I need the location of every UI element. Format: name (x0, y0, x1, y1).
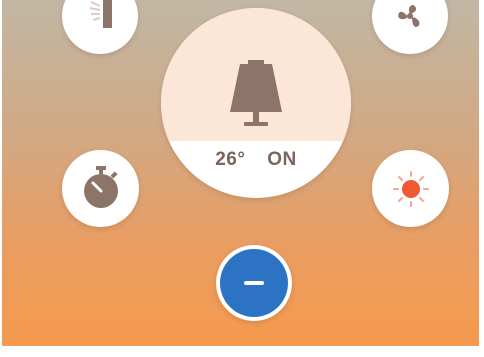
lamp-icon (226, 60, 286, 130)
lamp-dial[interactable]: 26° ON (161, 8, 351, 198)
fan-icon (392, 0, 428, 34)
decrease-button[interactable] (216, 245, 292, 321)
brightness-button[interactable] (372, 150, 449, 227)
decrease-button-face (220, 249, 288, 317)
timer-icon (81, 166, 121, 210)
curtain-button[interactable] (62, 0, 138, 54)
timer-button[interactable] (62, 150, 139, 227)
device-control-screen: 26° ON (2, 0, 479, 346)
status-readout: 26° ON (161, 149, 351, 171)
fan-button[interactable] (372, 0, 448, 54)
curtain-icon (86, 0, 118, 32)
temperature-value: 26° (215, 149, 246, 170)
minus-icon (244, 281, 264, 285)
power-state: ON (267, 149, 297, 170)
sun-icon (392, 170, 430, 208)
